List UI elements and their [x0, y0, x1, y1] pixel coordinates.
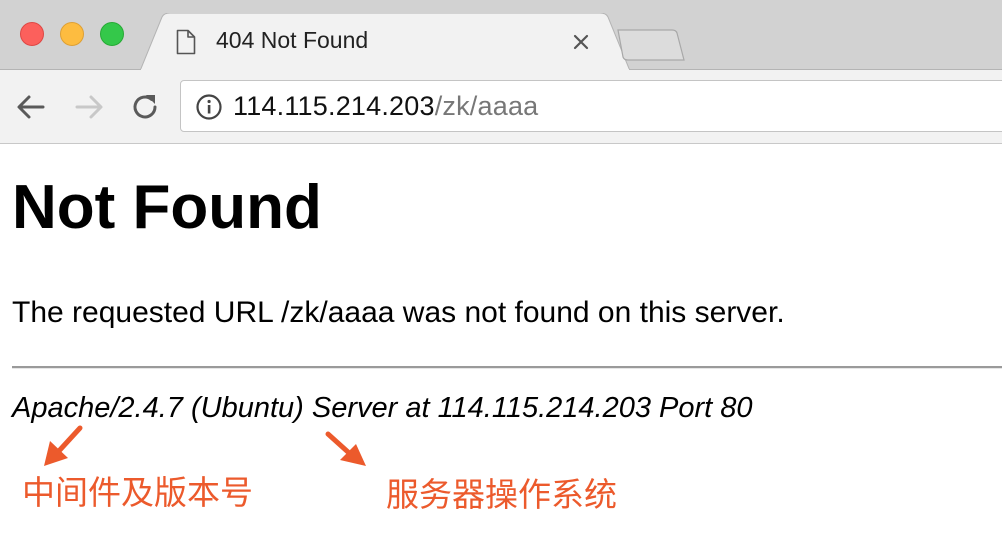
address-bar[interactable]: 114.115.214.203/zk/aaaa — [180, 80, 1002, 132]
back-arrow-icon[interactable] — [14, 90, 48, 124]
server-signature: Apache/2.4.7 (Ubuntu) Server at 114.115.… — [12, 392, 753, 424]
annotation-middleware-label: 中间件及版本号 — [22, 473, 253, 512]
browser-window: 404 Not Found 114.115.214.203/zk/aaaa No… — [0, 0, 1002, 554]
url-host: 114.115.214.203 — [233, 91, 435, 121]
window-maximize-button[interactable] — [100, 22, 124, 46]
error-message: The requested URL /zk/aaaa was not found… — [12, 296, 785, 329]
url-path: /zk/aaaa — [434, 91, 539, 121]
browser-toolbar: 114.115.214.203/zk/aaaa — [0, 70, 1002, 144]
annotation-arrow-os — [324, 430, 370, 470]
window-minimize-button[interactable] — [60, 22, 84, 46]
window-close-button[interactable] — [20, 22, 44, 46]
info-icon[interactable] — [195, 93, 223, 121]
document-icon — [176, 29, 196, 55]
annotation-arrow-middleware — [40, 424, 86, 470]
tab-background — [140, 13, 630, 71]
url-text: 114.115.214.203/zk/aaaa — [233, 91, 538, 122]
reload-icon[interactable] — [128, 90, 162, 124]
page-title: Not Found — [12, 173, 322, 242]
tab-title: 404 Not Found — [216, 27, 369, 53]
tab-active[interactable]: 404 Not Found — [140, 13, 630, 71]
new-tab-button[interactable] — [616, 28, 686, 62]
tab-strip: 404 Not Found — [0, 0, 1002, 71]
annotation-os-label: 服务器操作系统 — [386, 475, 617, 514]
forward-arrow-icon[interactable] — [72, 90, 106, 124]
horizontal-rule — [12, 366, 1002, 369]
close-icon[interactable] — [568, 29, 594, 55]
